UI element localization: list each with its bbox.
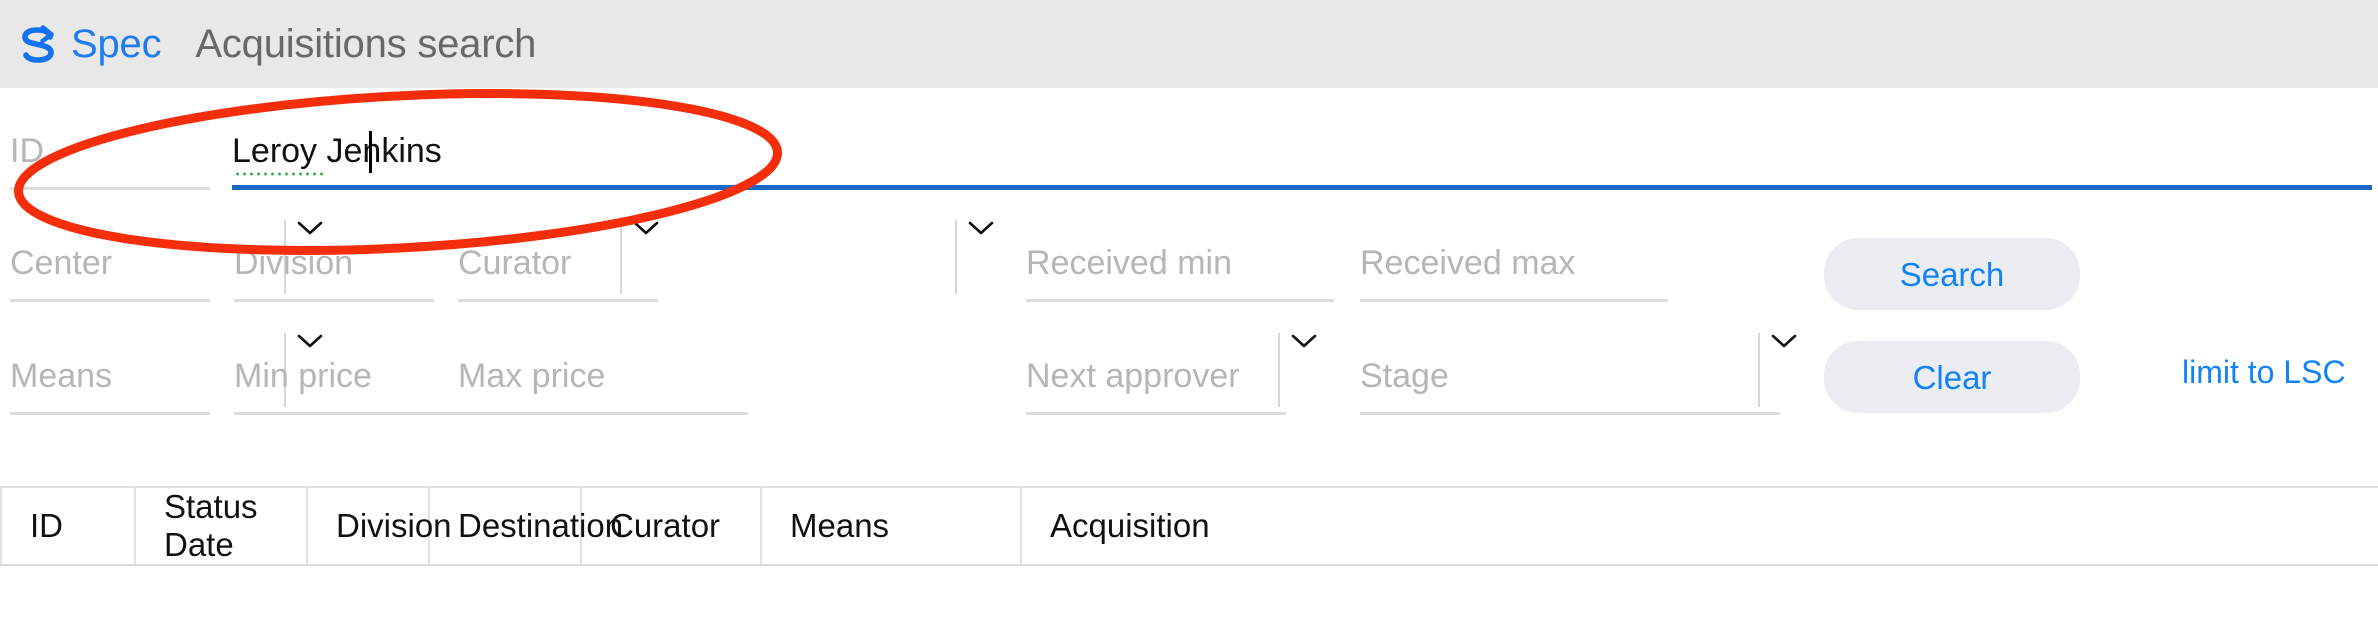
next-approver-divider [1278, 333, 1280, 407]
division-select-placeholder: Division [234, 244, 354, 282]
page-title: Acquisitions search [195, 22, 537, 66]
means-select-placeholder: Means [10, 357, 113, 395]
center-select[interactable]: Center [10, 220, 210, 302]
next-approver-placeholder: Next approver [1026, 357, 1240, 395]
center-select-underline [10, 299, 210, 302]
search-form: ID Leroy Jenkins Center Division Curator… [0, 88, 2378, 486]
text-caret [369, 131, 372, 173]
received-max-placeholder: Received max [1360, 244, 1576, 282]
stage-select-placeholder: Stage [1360, 357, 1449, 395]
column-header-means[interactable]: Means [761, 486, 1022, 566]
brand[interactable]: Spec [18, 22, 162, 66]
max-price-field[interactable]: Max price [458, 333, 748, 415]
stage-select-underline [1360, 412, 1780, 415]
spec-s-arrow-logo-icon [18, 24, 60, 66]
curator-select[interactable]: Curator [458, 220, 658, 302]
received-min-placeholder: Received min [1026, 244, 1232, 282]
results-table: ID Status Date Division Destination Cura… [0, 486, 2378, 566]
id-field-placeholder: ID [10, 132, 44, 170]
received-min-field[interactable]: Received min [1026, 220, 1334, 302]
received-max-underline [1360, 299, 1668, 302]
chevron-down-icon[interactable] [968, 220, 994, 236]
id-field-underline [10, 187, 210, 190]
spellcheck-underline [234, 172, 326, 176]
chevron-down-icon[interactable] [1291, 333, 1317, 349]
next-approver-select[interactable]: Next approver [1026, 333, 1286, 415]
chevron-down-icon[interactable] [1771, 333, 1797, 349]
means-select-underline [10, 412, 210, 415]
column-header-acquisition[interactable]: Acquisition [1021, 486, 2378, 566]
curator-select-underline [458, 299, 658, 302]
column-header-id[interactable]: ID [0, 486, 136, 566]
curator-select-placeholder: Curator [458, 244, 572, 282]
column-header-status-date[interactable]: Status Date [135, 486, 308, 566]
query-field[interactable]: Leroy Jenkins [232, 108, 2372, 190]
id-field[interactable]: ID [10, 108, 210, 190]
max-price-placeholder: Max price [458, 357, 606, 395]
limit-to-lsc-link[interactable]: limit to LSC [2182, 356, 2346, 388]
means-select[interactable]: Means [10, 333, 210, 415]
received-min-underline [1026, 299, 1334, 302]
column-header-destination[interactable]: Destination [429, 486, 623, 566]
max-price-underline [458, 412, 748, 415]
next-approver-underline [1026, 412, 1286, 415]
clear-button[interactable]: Clear [1824, 341, 2080, 413]
curator-select-divider [955, 220, 957, 294]
center-select-placeholder: Center [10, 244, 113, 282]
query-field-value: Leroy Jenkins [232, 132, 442, 170]
results-table-header-row: ID Status Date Division Destination Cura… [0, 486, 2378, 566]
division-select[interactable]: Division [234, 220, 434, 302]
min-price-placeholder: Min price [234, 357, 372, 395]
app-header: Spec Acquisitions search [0, 0, 2378, 88]
stage-select[interactable]: Stage [1360, 333, 1780, 415]
division-select-underline [234, 299, 434, 302]
column-header-division[interactable]: Division [307, 486, 452, 566]
stage-select-divider [1758, 333, 1760, 407]
query-field-underline [232, 185, 2372, 190]
brand-name: Spec [71, 22, 162, 66]
received-max-field[interactable]: Received max [1360, 220, 1668, 302]
search-button[interactable]: Search [1824, 238, 2080, 310]
